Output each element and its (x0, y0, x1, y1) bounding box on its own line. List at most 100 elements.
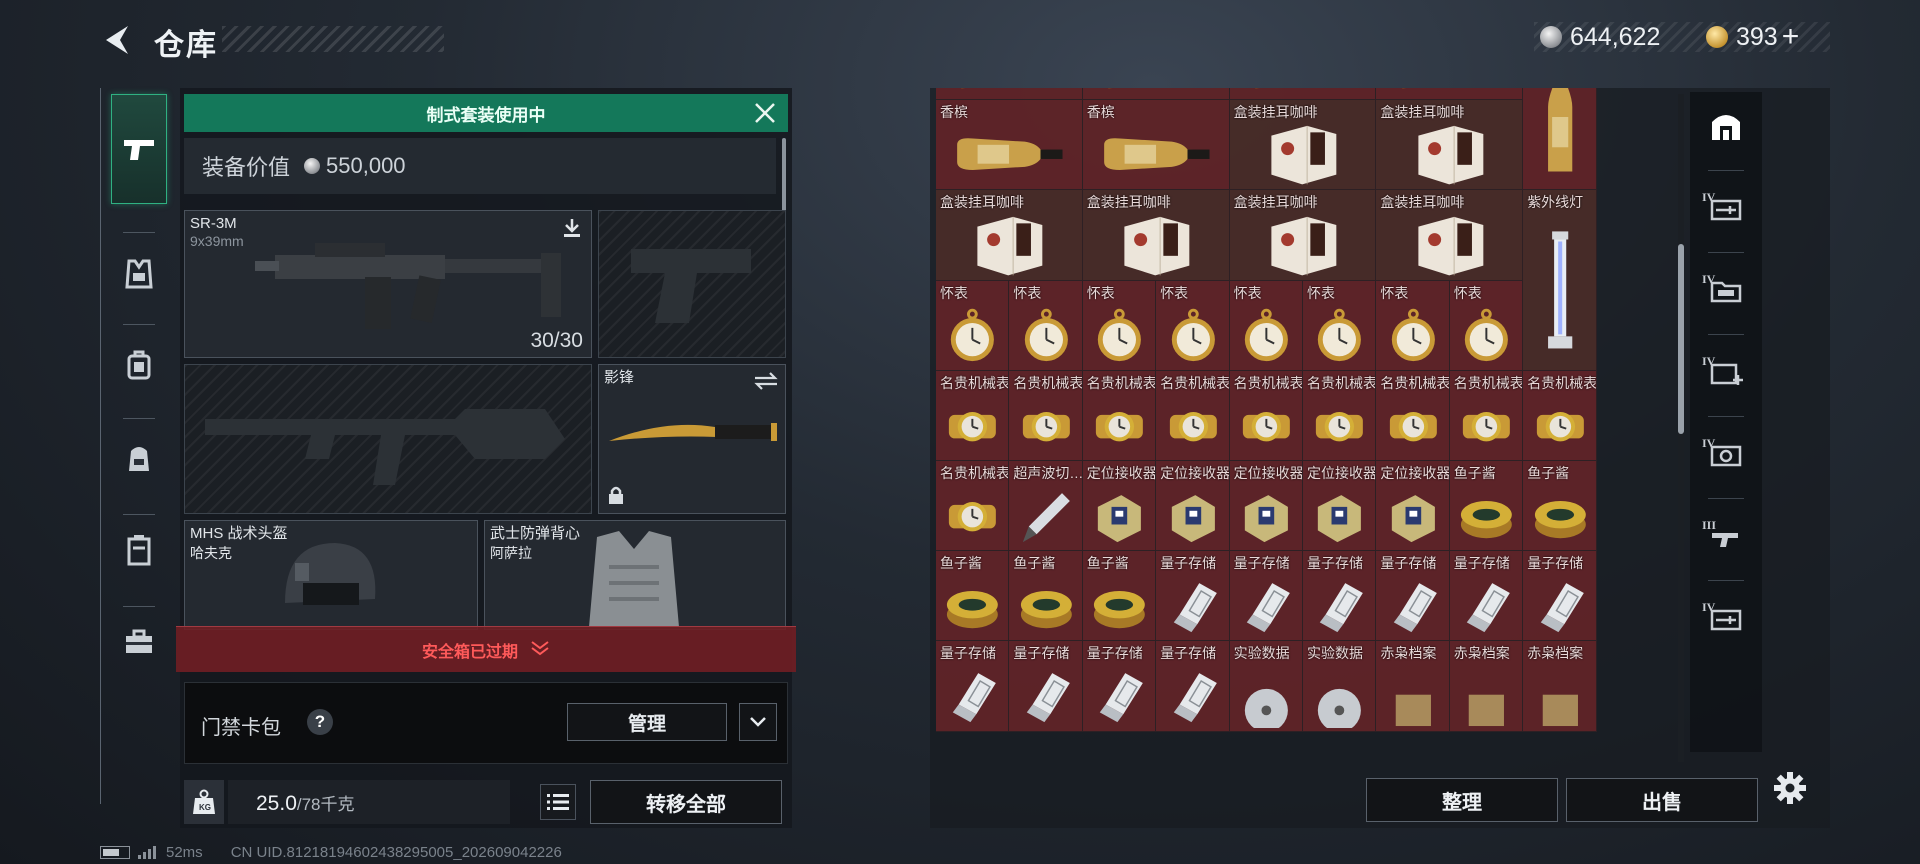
storage-item-pocket-watch[interactable]: 怀表 (1375, 279, 1450, 371)
item-name: 赤枭档案 (1453, 645, 1510, 662)
storage-item-pocket-watch[interactable]: 怀表 (1008, 279, 1083, 371)
storage-item-champagne[interactable]: 香槟 (1081, 99, 1230, 191)
storage-item-caviar[interactable]: 鱼子酱 (1081, 550, 1157, 642)
storage-item-uv-lamp[interactable]: 紫外线灯 (1522, 189, 1597, 371)
storage-tab-6[interactable]: IV (1698, 592, 1754, 648)
storage-item-wristwatch[interactable]: 名贵机械表 (936, 459, 1010, 552)
storage-item-wristwatch[interactable]: 名贵机械表 (1448, 369, 1524, 461)
storage-item-wristwatch[interactable]: 名贵机械表 (1228, 369, 1303, 461)
storage-tab-3[interactable]: IV (1698, 346, 1754, 402)
tab-rig[interactable] (111, 338, 167, 394)
add-currency-button[interactable]: + (1782, 20, 1800, 54)
item-name: 名贵机械表 (1453, 374, 1523, 391)
storage-tab-5[interactable]: III (1698, 510, 1754, 566)
tab-weapons[interactable] (111, 94, 167, 204)
secondary-weapon-slot-empty[interactable] (184, 364, 592, 514)
storage-item-file[interactable]: 赤枭档案 (1448, 640, 1524, 732)
manage-button[interactable]: 管理 (567, 703, 727, 741)
storage-item-locator[interactable]: 定位接收器 (1081, 459, 1157, 552)
storage-item-wristwatch[interactable]: 名贵机械表 (936, 369, 1010, 461)
storage-item-pocket-watch[interactable]: 怀表 (936, 279, 1010, 371)
help-icon[interactable]: ? (307, 709, 333, 735)
storage-tab-4[interactable]: IV (1698, 428, 1754, 484)
melee-slot[interactable]: 影锋 (598, 364, 786, 514)
weight-row: KG 25.0/78千克 转移全部 (180, 776, 792, 828)
storage-item-pocket-watch[interactable]: 怀表 (1301, 279, 1377, 371)
armor-slot[interactable]: 武士防弹背心 阿萨拉 (484, 520, 786, 630)
tab-armor[interactable] (111, 246, 167, 302)
chevron-down-icon[interactable] (739, 703, 777, 741)
storage-item-caviar[interactable]: 鱼子酱 (1008, 550, 1083, 642)
storage-item-coffee-box[interactable]: 盒装挂耳咖啡 (1375, 189, 1524, 281)
helmet-slot[interactable]: MHS 战术头盔 哈夫克 (184, 520, 478, 630)
storage-item-quantum-drive[interactable]: 量子存储 (936, 640, 1010, 732)
melee-name: 影锋 (604, 369, 635, 386)
swap-icon[interactable] (753, 371, 779, 391)
storage-item-disc[interactable]: 实验数据 (1301, 640, 1377, 732)
storage-item-quantum-drive[interactable]: 量子存储 (1448, 550, 1524, 642)
storage-item-quantum-drive[interactable]: 量子存储 (1155, 550, 1230, 642)
storage-item-quantum-drive[interactable]: 量子存储 (1301, 550, 1377, 642)
storage-item-quantum-drive[interactable]: 量子存储 (1228, 550, 1303, 642)
storage-item-pocket-watch[interactable]: 怀表 (1448, 279, 1524, 371)
storage-tab-2[interactable]: IV (1698, 264, 1754, 320)
close-icon[interactable] (752, 100, 778, 126)
storage-item-champagne[interactable]: 香槟 (936, 99, 1083, 191)
storage-item-disc[interactable]: 实验数据 (1228, 640, 1303, 732)
storage-item-wristwatch[interactable]: 名贵机械表 (1522, 369, 1597, 461)
storage-item-coffee-box[interactable]: 盒装挂耳咖啡 (936, 189, 1083, 281)
storage-item-file[interactable]: 赤枭档案 (1375, 640, 1450, 732)
storage-scrollbar[interactable] (1678, 94, 1684, 762)
storage-tab-1[interactable]: IV (1698, 182, 1754, 238)
storage-item-locator[interactable]: 定位接收器 (1155, 459, 1230, 552)
storage-item-wristwatch[interactable]: 名贵机械表 (1155, 369, 1230, 461)
storage-item-wristwatch[interactable]: 名贵机械表 (1301, 369, 1377, 461)
storage-item-caviar[interactable]: 鱼子酱 (936, 550, 1010, 642)
back-arrow-icon[interactable] (98, 20, 138, 60)
storage-item-quantum-drive[interactable]: 量子存储 (1375, 550, 1450, 642)
storage-item-coffee-box[interactable]: 盒装挂耳咖啡 (1081, 189, 1230, 281)
safe-box-expired-banner[interactable]: 安全箱已过期 (176, 626, 796, 672)
sidearm-slot-empty[interactable] (598, 210, 786, 358)
storage-item-locator[interactable]: 定位接收器 (1301, 459, 1377, 552)
gear-icon[interactable] (1766, 764, 1814, 812)
transfer-all-button[interactable]: 转移全部 (590, 780, 782, 824)
storage-item-locator[interactable]: 定位接收器 (1375, 459, 1450, 552)
list-view-icon[interactable] (540, 784, 576, 820)
storage-item-ultrasonic-cutter[interactable]: 超声波切… (1008, 459, 1083, 552)
storage-item-file[interactable]: 赤枭档案 (1522, 640, 1597, 732)
tab-toolbox[interactable] (111, 614, 167, 670)
storage-item-coffee[interactable]: 高级咖啡豆 (1228, 88, 1377, 101)
storage-item-pocket-watch[interactable]: 怀表 (1155, 279, 1230, 371)
tab-safe-case[interactable] (111, 522, 167, 578)
download-icon[interactable] (561, 217, 583, 239)
storage-item-coffee[interactable]: 高级咖啡豆 (936, 88, 1083, 101)
storage-item-coffee[interactable]: 高级咖啡豆 (1081, 88, 1230, 101)
storage-scroll-thumb[interactable] (1678, 244, 1684, 434)
tab-backpack[interactable] (111, 430, 167, 486)
storage-item-coffee-box[interactable]: 盒装挂耳咖啡 (1228, 189, 1377, 281)
storage-item-wristwatch[interactable]: 名贵机械表 (1375, 369, 1450, 461)
storage-item-champagne-tall[interactable]: 香槟 (1522, 88, 1597, 191)
storage-item-caviar[interactable]: 鱼子酱 (1522, 459, 1597, 552)
storage-item-quantum-drive[interactable]: 量子存储 (1081, 640, 1157, 732)
storage-item-coffee-box[interactable]: 盒装挂耳咖啡 (1228, 99, 1377, 191)
storage-item-quantum-drive[interactable]: 量子存储 (1522, 550, 1597, 642)
storage-item-coffee-box[interactable]: 盒装挂耳咖啡 (1375, 99, 1524, 191)
storage-item-pocket-watch[interactable]: 怀表 (1228, 279, 1303, 371)
helmet-name: MHS 战术头盔 (190, 525, 288, 542)
sell-button[interactable]: 出售 (1566, 778, 1758, 822)
storage-item-coffee[interactable]: 高级咖啡豆 (1375, 88, 1524, 101)
storage-item-caviar[interactable]: 鱼子酱 (1448, 459, 1524, 552)
storage-item-wristwatch[interactable]: 名贵机械表 (1008, 369, 1083, 461)
storage-item-quantum-drive[interactable]: 量子存储 (1155, 640, 1230, 732)
primary-weapon-slot[interactable]: SR-3M 9x39mm 30/30 (184, 210, 592, 358)
storage-item-locator[interactable]: 定位接收器 (1228, 459, 1303, 552)
item-name: 怀表 (940, 284, 968, 301)
storage-item-wristwatch[interactable]: 名贵机械表 (1081, 369, 1157, 461)
storage-item-pocket-watch[interactable]: 怀表 (1081, 279, 1157, 371)
storage-item-quantum-drive[interactable]: 量子存储 (1008, 640, 1083, 732)
sort-button[interactable]: 整理 (1366, 778, 1558, 822)
storage-tab-0[interactable] (1698, 100, 1754, 156)
tab-divider (1708, 498, 1744, 499)
